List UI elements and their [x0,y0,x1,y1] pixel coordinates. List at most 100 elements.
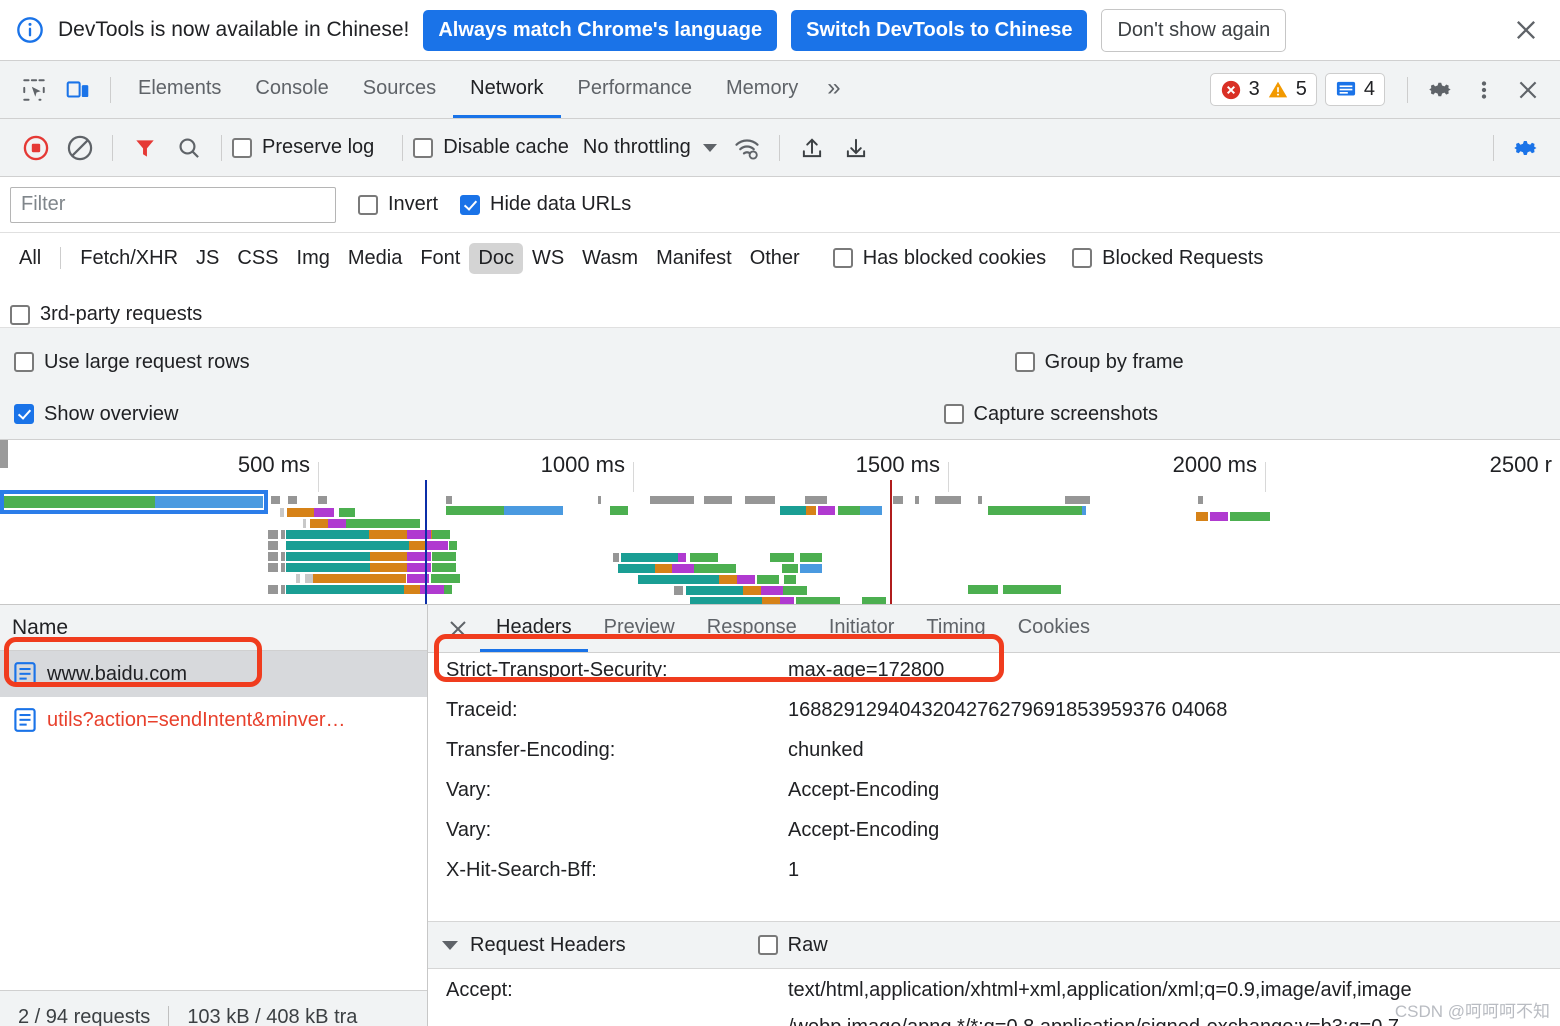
network-settings-gear-icon[interactable] [1504,126,1548,170]
header-row[interactable]: Traceid: 1688291294043204276279691853959… [428,699,1560,739]
dont-show-again-button[interactable]: Don't show again [1101,8,1287,52]
tab-preview[interactable]: Preview [588,605,691,652]
status-divider [168,1005,170,1026]
capture-screenshots-box[interactable] [943,404,964,424]
always-match-language-button[interactable]: Always match Chrome's language [423,9,778,51]
third-party-requests-checkbox[interactable]: 3rd-party requests [10,303,202,326]
throttling-select[interactable]: No throttling [583,136,717,159]
tab-sources[interactable]: Sources [346,61,453,118]
type-filter-manifest[interactable]: Manifest [647,243,741,274]
invert-box[interactable] [358,194,378,215]
blocked-requests-box[interactable] [1072,248,1093,269]
type-filter-media[interactable]: Media [339,243,411,274]
tab-network[interactable]: Network [453,61,561,118]
request-list-panel: Name www.baidu.com utils?action=sendInte… [0,605,428,1026]
invert-checkbox[interactable]: Invert [358,193,438,216]
search-icon[interactable] [167,126,211,170]
network-status-bar: 2 / 94 requests 103 kB / 408 kB tra [0,990,427,1026]
inspect-element-icon[interactable] [12,68,56,112]
banner-close-icon[interactable] [1506,10,1546,50]
tab-console[interactable]: Console [238,61,345,118]
header-name: Strict-Transport-Security: [446,659,668,681]
hide-data-urls-box[interactable] [460,194,481,215]
upload-har-icon[interactable] [790,126,834,170]
overview-bar [446,496,452,504]
header-row[interactable]: Strict-Transport-Security: max-age=17280… [428,659,1560,699]
device-toolbar-icon[interactable] [56,68,100,112]
group-by-frame-box[interactable] [1014,352,1035,372]
chevron-down-icon[interactable] [442,940,458,950]
more-tabs-icon[interactable]: » [815,61,852,118]
show-overview-box[interactable] [14,404,34,424]
tab-performance[interactable]: Performance [561,61,710,118]
tab-memory[interactable]: Memory [709,61,815,118]
raw-box[interactable] [757,935,778,955]
has-blocked-cookies-box[interactable] [832,248,853,269]
type-filter-js[interactable]: JS [187,243,228,274]
request-name-column-header[interactable]: Name [0,605,427,651]
overview-bar [310,519,328,528]
group-by-frame-checkbox[interactable]: Group by frame [1014,351,1184,374]
overview-tick-label: 2000 ms [1172,452,1257,477]
table-row[interactable]: www.baidu.com [0,651,427,697]
blocked-requests-checkbox[interactable]: Blocked Requests [1072,247,1263,270]
overview-bar [268,530,278,539]
header-row[interactable]: Vary: Accept-Encoding [428,819,1560,859]
capture-screenshots-checkbox[interactable]: Capture screenshots [943,403,1158,426]
gear-icon[interactable] [1418,68,1462,112]
detail-close-icon[interactable] [436,607,480,651]
tab-headers[interactable]: Headers [480,605,588,652]
overview-selection-start[interactable] [425,480,427,604]
tab-cookies[interactable]: Cookies [1002,605,1106,652]
header-row[interactable]: Transfer-Encoding: chunked [428,739,1560,779]
preserve-log-label: Preserve log [262,136,375,158]
hide-data-urls-checkbox[interactable]: Hide data URLs [460,193,631,216]
type-filter-img[interactable]: Img [288,243,339,274]
tab-initiator[interactable]: Initiator [813,605,911,652]
issue-counters[interactable]: 3 5 [1209,73,1317,106]
use-large-rows-checkbox[interactable]: Use large request rows [14,351,250,374]
type-filter-all[interactable]: All [10,243,50,274]
switch-devtools-language-button[interactable]: Switch DevTools to Chinese [791,9,1088,51]
use-large-rows-box[interactable] [14,352,34,372]
tab-elements[interactable]: Elements [121,61,238,118]
type-filter-doc[interactable]: Doc [469,242,523,274]
preserve-log-box[interactable] [232,137,252,158]
preserve-log-checkbox[interactable]: Preserve log [232,136,374,159]
raw-checkbox[interactable]: Raw [757,934,828,957]
type-filter-fetch-xhr[interactable]: Fetch/XHR [71,243,187,274]
network-conditions-icon[interactable] [725,126,769,170]
show-overview-checkbox[interactable]: Show overview [14,403,179,426]
filter-funnel-icon[interactable] [123,126,167,170]
type-filter-ws[interactable]: WS [523,243,573,274]
request-headers-section[interactable]: Request Headers Raw [428,921,1560,969]
third-party-requests-box[interactable] [10,304,30,325]
disable-cache-checkbox[interactable]: Disable cache [413,136,569,159]
chevron-down-icon[interactable] [702,143,717,152]
overview-bar [370,563,407,572]
header-row[interactable]: Vary: Accept-Encoding [428,779,1560,819]
tab-timing[interactable]: Timing [910,605,1001,652]
type-filter-other[interactable]: Other [741,243,809,274]
download-har-icon[interactable] [834,126,878,170]
overview-gridline [1265,462,1266,492]
overview-bar [796,597,840,604]
search-input[interactable] [10,186,336,223]
clear-network-log-icon[interactable] [58,126,102,170]
message-counter[interactable]: 4 [1324,73,1385,106]
record-stop-icon[interactable] [14,126,58,170]
table-row[interactable]: utils?action=sendIntent&minver… [0,697,427,743]
type-filter-wasm[interactable]: Wasm [573,243,647,274]
header-row[interactable]: X-Hit-Search-Bff: 1 [428,859,1560,899]
header-row[interactable]: Accept: text/html,application/xhtml+xml,… [428,979,1560,1026]
overview-bar [672,564,694,573]
devtools-close-icon[interactable] [1506,68,1550,112]
network-overview[interactable]: 500 ms 1000 ms 1500 ms 2000 ms 2500 r [0,440,1560,605]
overview-selection-end[interactable] [890,480,892,604]
tab-response[interactable]: Response [691,605,813,652]
more-vertical-icon[interactable] [1462,68,1506,112]
type-filter-css[interactable]: CSS [228,243,287,274]
has-blocked-cookies-checkbox[interactable]: Has blocked cookies [832,247,1046,270]
type-filter-font[interactable]: Font [411,243,469,274]
disable-cache-box[interactable] [413,137,434,158]
